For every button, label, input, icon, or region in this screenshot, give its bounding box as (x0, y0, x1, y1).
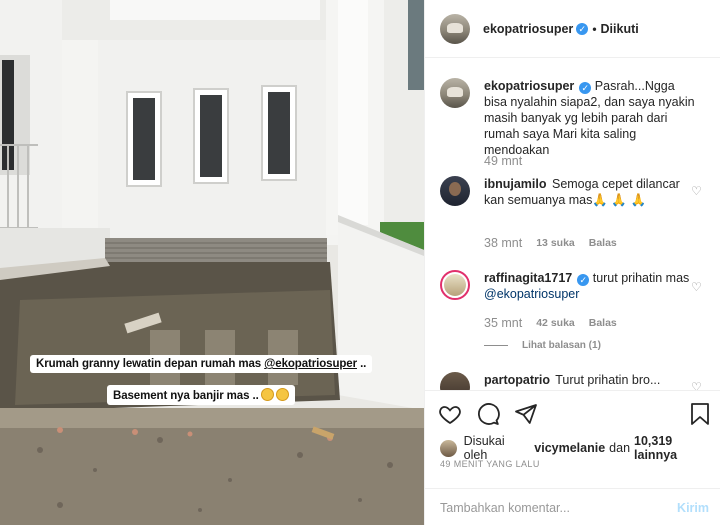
comment-icon[interactable] (476, 402, 500, 426)
avatar-photo (444, 274, 466, 296)
flooded-basement-photo (0, 0, 424, 525)
post-header: ekopatriosuper ✓ • Diikuti (425, 0, 720, 58)
caption-username[interactable]: ekopatriosuper (484, 79, 574, 93)
comment-like-heart-icon[interactable]: ♡ (691, 280, 703, 294)
follow-status-button[interactable]: Diikuti (601, 22, 639, 36)
caption-avatar[interactable] (440, 78, 470, 108)
comment-text: turut prihatin mas (592, 271, 690, 285)
post-side-panel: ekopatriosuper ✓ • Diikuti ekopatriosupe… (424, 0, 720, 525)
commenter-avatar[interactable] (440, 176, 470, 206)
verified-badge-icon: ✓ (579, 82, 592, 94)
caption-text-block: ekopatriosuper ✓ Pasrah...Ngga bisa nyala… (484, 78, 699, 158)
author-avatar[interactable] (440, 13, 470, 44)
comment-text-block: ibnujamilo Semoga cepet dilancar kan sem… (484, 176, 699, 208)
liker-avatar[interactable] (440, 439, 457, 457)
post-image[interactable]: Krumah granny lewatin depan rumah mas @e… (0, 0, 424, 525)
post-actions: Disukai oleh vicymelanie dan 10,319 lain… (425, 390, 720, 525)
commenter-username[interactable]: raffinagita1717 (484, 271, 572, 285)
caption-time[interactable]: 49 mnt (484, 154, 522, 168)
comment-like-heart-icon[interactable]: ♡ (691, 184, 703, 198)
comment-time[interactable]: 38 mnt (484, 236, 522, 250)
comment-composer: Kirim (425, 488, 720, 525)
commenter-username[interactable]: ibnujamilo (484, 177, 547, 191)
comment-likes[interactable]: 42 suka (536, 317, 575, 329)
commenter-avatar[interactable] (440, 372, 470, 390)
instagram-post: Krumah granny lewatin depan rumah mas @e… (0, 0, 720, 525)
likes-count[interactable]: 10,319 lainnya (634, 434, 717, 462)
bookmark-icon[interactable] (689, 402, 711, 426)
reply-button[interactable]: Balas (589, 317, 617, 329)
caption-meta: 49 mnt (484, 154, 522, 168)
likes-middle: dan (609, 441, 631, 455)
monkey-emoji-icon (260, 388, 274, 401)
likes-prefix: Disukai oleh (463, 434, 505, 462)
comment-time[interactable]: 35 mnt (484, 316, 522, 330)
comment-text-block: partopatrio Turut prihatin bro... (484, 372, 699, 390)
view-replies-button[interactable]: Lihat balasan (1) (484, 340, 601, 351)
verified-badge-icon: ✓ (577, 274, 590, 286)
reply-button[interactable]: Balas (589, 237, 617, 249)
comment-likes[interactable]: 13 suka (536, 237, 575, 249)
comment-item: partopatrio Turut prihatin bro... (440, 372, 710, 390)
commenter-username[interactable]: partopatrio (484, 373, 550, 387)
verified-badge-icon: ✓ (576, 22, 589, 35)
comment-meta: 38 mnt 13 suka Balas (484, 236, 617, 250)
comment-like-heart-icon[interactable]: ♡ (691, 380, 703, 390)
sticker-mention: @ekopatriosuper (264, 358, 357, 370)
comment-input[interactable] (440, 500, 678, 515)
view-replies-label: Lihat balasan (1) (522, 340, 601, 351)
comments-list[interactable]: ekopatriosuper ✓ Pasrah...Ngga bisa nyala… (425, 58, 720, 390)
share-icon[interactable] (514, 402, 538, 426)
author-username[interactable]: ekopatriosuper (483, 22, 573, 36)
commenter-avatar[interactable] (440, 270, 470, 300)
sad-face-emoji-icon (275, 388, 289, 401)
likes-summary: Disukai oleh vicymelanie dan 10,319 lain… (440, 434, 720, 462)
replies-divider (484, 345, 508, 346)
post-comment-button[interactable]: Kirim (677, 501, 709, 515)
caption: ekopatriosuper ✓ Pasrah...Ngga bisa nyala… (440, 78, 710, 158)
sticker-suffix: .. (356, 358, 367, 370)
story-sticker-text-2: Basement nya banjir mas .. (107, 385, 295, 405)
action-icons (438, 402, 538, 426)
liker-username[interactable]: vicymelanie (534, 441, 605, 455)
post-timestamp[interactable]: 49 MENIT YANG LALU (440, 459, 540, 469)
heart-icon[interactable] (438, 402, 462, 426)
comment-item: raffinagita1717 ✓ turut prihatin mas @eko… (440, 270, 710, 302)
comment-mention-link[interactable]: @ekopatriosuper (484, 287, 579, 301)
sticker-text: Basement nya banjir mas .. (113, 390, 259, 402)
comment-item: ibnujamilo Semoga cepet dilancar kan sem… (440, 176, 710, 208)
comment-text-block: raffinagita1717 ✓ turut prihatin mas @eko… (484, 270, 699, 302)
comment-meta: 35 mnt 42 suka Balas (484, 316, 617, 330)
sticker-text: Krumah granny lewatin depan rumah mas (36, 358, 265, 370)
comment-text: Turut prihatin bro... (555, 373, 661, 387)
story-sticker-text-1: Krumah granny lewatin depan rumah mas @e… (30, 355, 373, 373)
header-separator: • (592, 21, 597, 36)
